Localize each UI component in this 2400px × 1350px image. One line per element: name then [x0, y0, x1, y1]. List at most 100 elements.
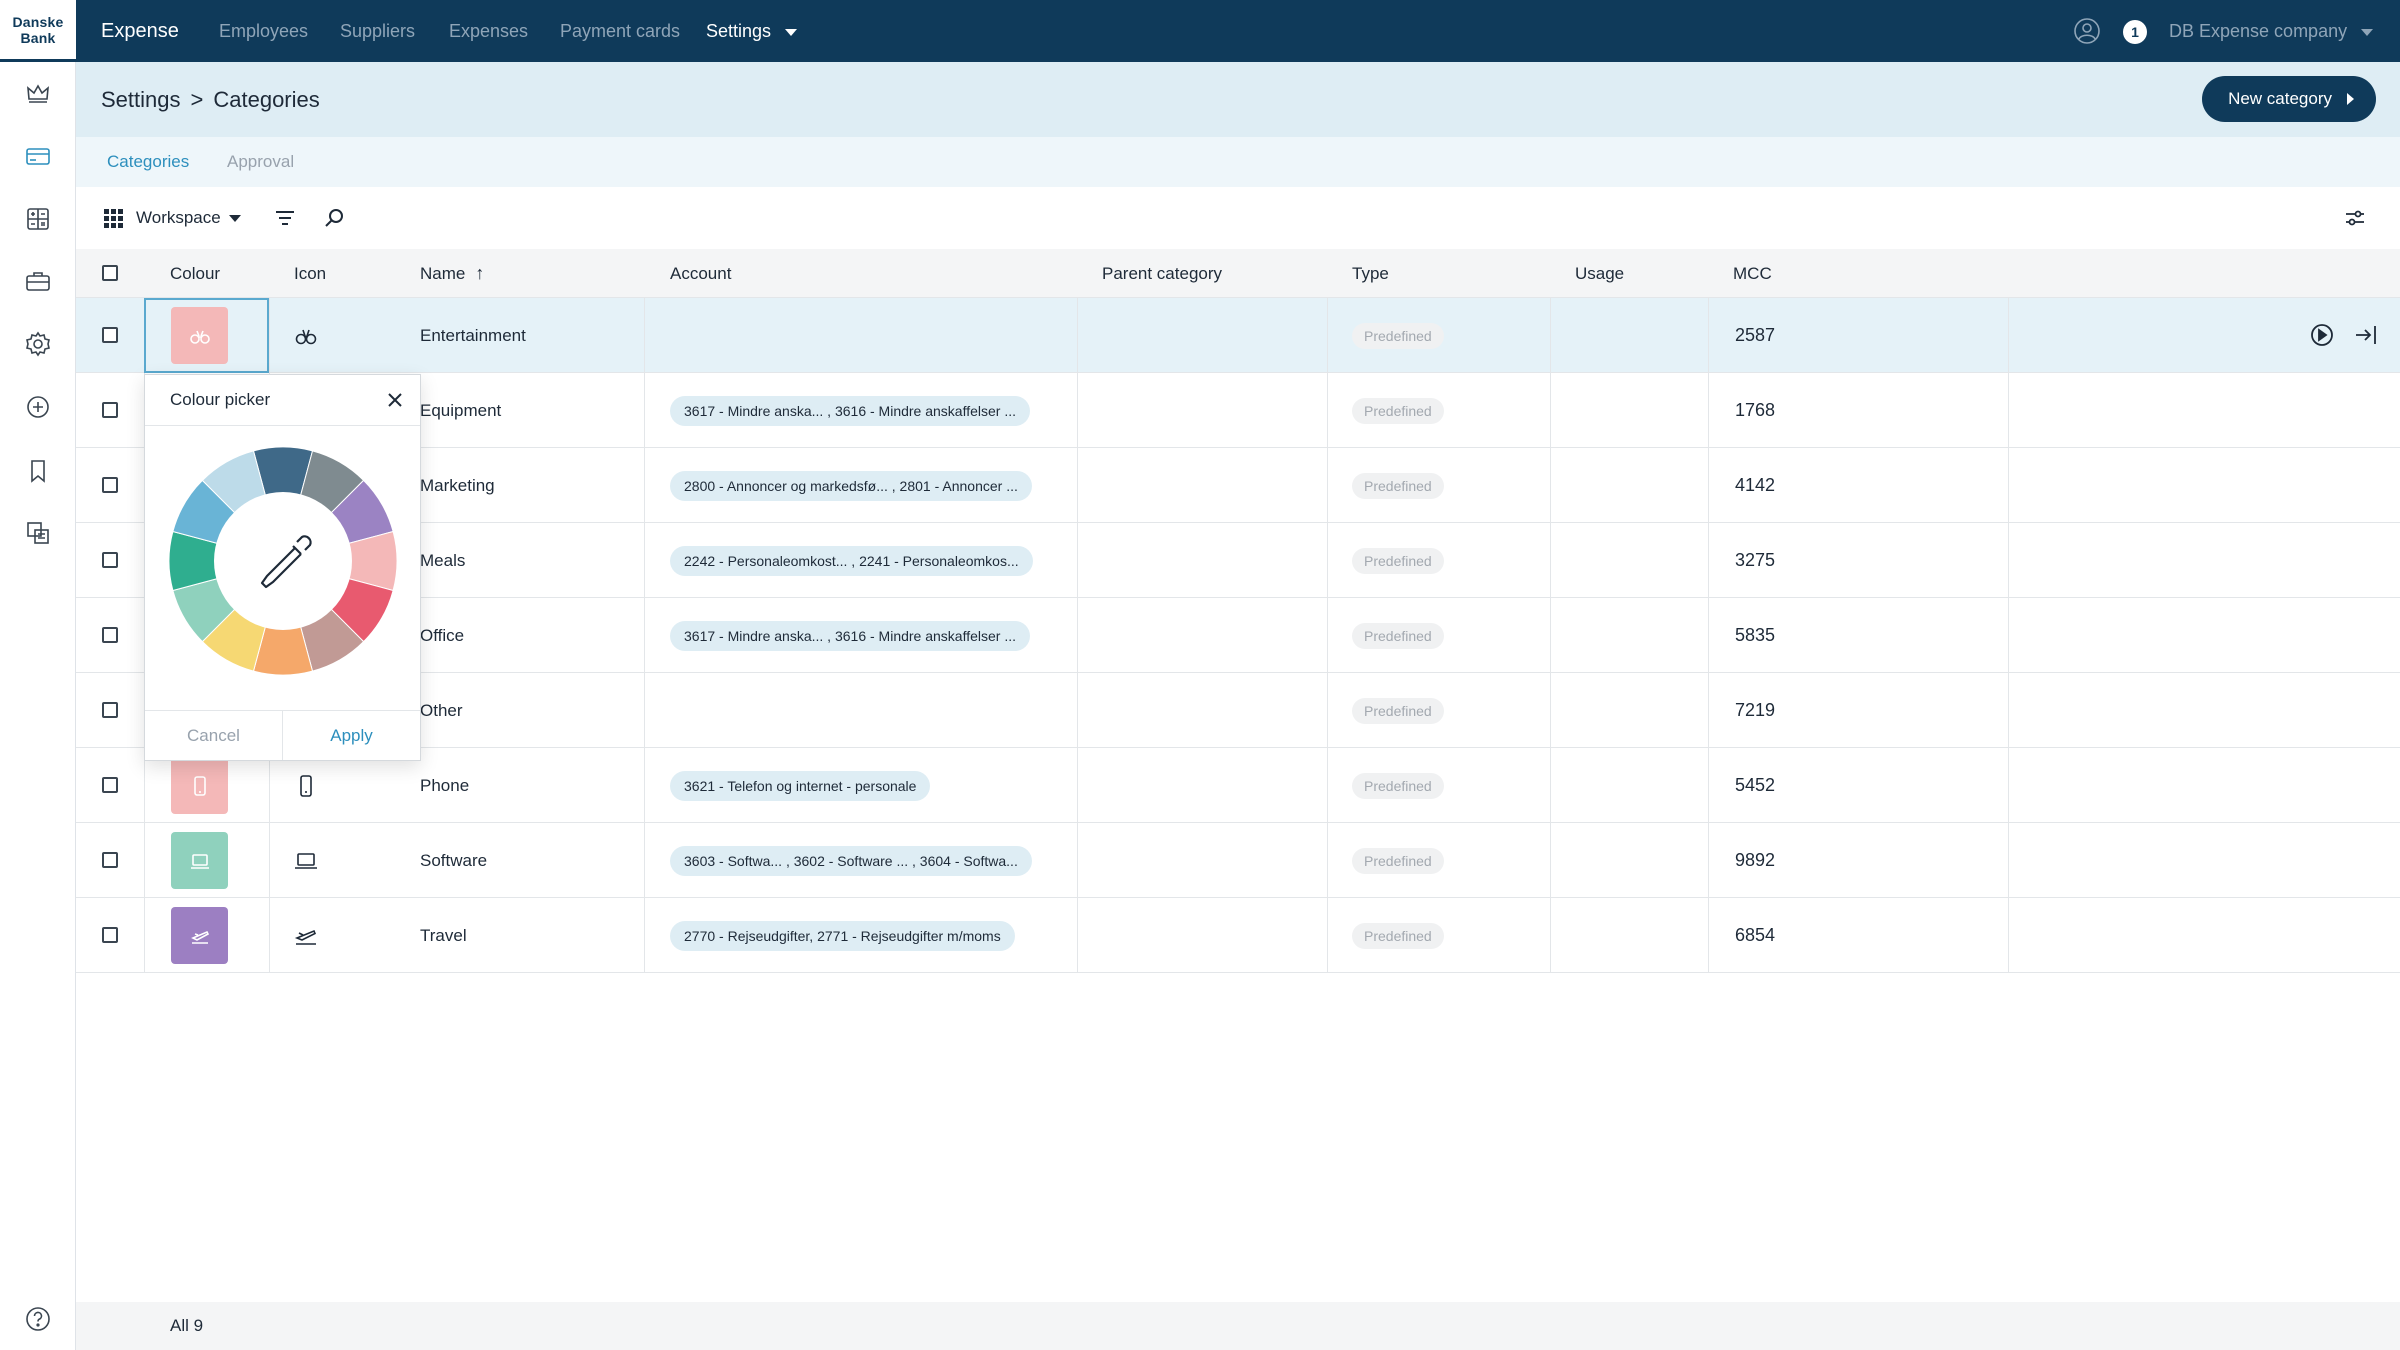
cancel-button[interactable]: Cancel	[145, 711, 283, 760]
cell-divider	[1550, 898, 1551, 973]
binoculars-icon[interactable]	[292, 322, 320, 350]
gear-icon[interactable]	[22, 328, 54, 360]
category-name: Meals	[420, 551, 466, 570]
table-row[interactable]: Travel 2770 - Rejseudgifter, 2771 - Rejs…	[76, 898, 2400, 973]
column-mcc[interactable]: MCC	[1733, 249, 1772, 298]
category-name: Entertainment	[420, 326, 526, 345]
search-icon[interactable]	[323, 187, 345, 249]
colour-swatch[interactable]	[171, 757, 228, 814]
table-row[interactable]: Equipment 3617 - Mindre anska... , 3616 …	[76, 373, 2400, 448]
filter-icon[interactable]	[274, 187, 296, 249]
table-row[interactable]: Office 3617 - Mindre anska... , 3616 - M…	[76, 598, 2400, 673]
column-type[interactable]: Type	[1352, 249, 1389, 298]
row-checkbox[interactable]	[102, 852, 118, 868]
nav-settings-label: Settings	[706, 21, 772, 41]
table-row[interactable]: Entertainment Predefined 2587	[76, 298, 2400, 373]
table-row[interactable]: Marketing 2800 - Annoncer og markedsfø..…	[76, 448, 2400, 523]
table-row[interactable]: Other Predefined 7219	[76, 673, 2400, 748]
crown-icon[interactable]	[22, 77, 54, 109]
play-circle-icon[interactable]	[2308, 321, 2336, 349]
nav-settings[interactable]: Settings	[706, 0, 798, 62]
account-chip[interactable]: 2242 - Personaleomkost... , 2241 - Perso…	[670, 546, 1033, 576]
category-name: Equipment	[420, 401, 502, 420]
select-all-checkbox[interactable]	[102, 265, 118, 281]
cell-divider	[644, 823, 645, 898]
calculator-icon[interactable]	[22, 203, 54, 235]
account-chip[interactable]: 3603 - Softwa... , 3602 - Software ... ,…	[670, 846, 1032, 876]
plane-icon[interactable]	[292, 922, 320, 950]
column-name[interactable]: Name ↑	[420, 249, 484, 298]
type-badge: Predefined	[1352, 923, 1444, 949]
help-icon[interactable]	[22, 1303, 54, 1335]
cell-divider	[644, 523, 645, 598]
breadcrumb-settings[interactable]: Settings	[101, 87, 181, 112]
row-checkbox[interactable]	[102, 927, 118, 943]
row-checkbox[interactable]	[102, 702, 118, 718]
new-category-button[interactable]: New category	[2202, 76, 2376, 122]
cell-divider	[2008, 823, 2009, 898]
table-row[interactable]: Phone 3621 - Telefon og internet - perso…	[76, 748, 2400, 823]
company-name: DB Expense company	[2169, 21, 2348, 41]
column-parent-category[interactable]: Parent category	[1102, 249, 1222, 298]
nav-payment-cards[interactable]: Payment cards	[560, 0, 680, 62]
row-checkbox[interactable]	[102, 777, 118, 793]
user-icon[interactable]	[2073, 17, 2101, 45]
column-account[interactable]: Account	[670, 249, 731, 298]
nav-employees[interactable]: Employees	[219, 0, 308, 62]
reports-icon[interactable]	[22, 517, 54, 549]
cell-divider	[2008, 523, 2009, 598]
colour-wheel[interactable]	[169, 447, 397, 675]
account-chip[interactable]: 2770 - Rejseudgifter, 2771 - Rejseudgift…	[670, 921, 1015, 951]
briefcase-icon[interactable]	[22, 265, 54, 297]
bookmark-icon[interactable]	[22, 455, 54, 487]
cell-divider	[1077, 448, 1078, 523]
phone-icon[interactable]	[292, 772, 320, 800]
column-settings-icon[interactable]	[2344, 187, 2366, 249]
company-selector[interactable]: DB Expense company	[2169, 0, 2374, 62]
bank-logo[interactable]: Danske Bank	[0, 0, 76, 62]
nav-suppliers[interactable]: Suppliers	[340, 0, 415, 62]
chevron-down-icon	[2361, 28, 2374, 36]
cell-divider	[1550, 823, 1551, 898]
row-checkbox[interactable]	[102, 477, 118, 493]
account-chip[interactable]: 3621 - Telefon og internet - personale	[670, 771, 931, 801]
tab-categories[interactable]: Categories	[107, 137, 189, 187]
cell-divider	[2008, 748, 2009, 823]
mcc-value: 5452	[1735, 775, 1776, 795]
category-name: Other	[420, 701, 463, 720]
row-checkbox[interactable]	[102, 627, 118, 643]
column-colour[interactable]: Colour	[170, 249, 220, 298]
add-circle-icon[interactable]	[22, 391, 54, 423]
open-details-icon[interactable]	[2352, 321, 2380, 349]
row-checkbox[interactable]	[102, 402, 118, 418]
nav-expenses[interactable]: Expenses	[449, 0, 528, 62]
card-icon[interactable]	[22, 140, 54, 172]
tab-approval[interactable]: Approval	[227, 137, 294, 187]
row-checkbox[interactable]	[102, 327, 118, 343]
row-checkbox[interactable]	[102, 552, 118, 568]
notification-badge[interactable]: 1	[2123, 20, 2147, 44]
table-row[interactable]: Meals 2242 - Personaleomkost... , 2241 -…	[76, 523, 2400, 598]
colour-swatch[interactable]	[171, 907, 228, 964]
cell-divider	[1708, 748, 1709, 823]
cell-divider	[1708, 823, 1709, 898]
account-chip[interactable]: 3617 - Mindre anska... , 3616 - Mindre a…	[670, 621, 1031, 651]
apply-button[interactable]: Apply	[283, 711, 420, 760]
app-title[interactable]: Expense	[101, 0, 179, 62]
account-chip[interactable]: 3617 - Mindre anska... , 3616 - Mindre a…	[670, 396, 1031, 426]
cell-divider	[1708, 673, 1709, 748]
column-usage[interactable]: Usage	[1575, 249, 1624, 298]
cell-divider	[1327, 373, 1328, 448]
table-row[interactable]: Software 3603 - Softwa... , 3602 - Softw…	[76, 823, 2400, 898]
type-badge: Predefined	[1352, 548, 1444, 574]
workspace-dropdown[interactable]: Workspace	[102, 187, 241, 249]
account-chip[interactable]: 2800 - Annoncer og markedsfø... , 2801 -…	[670, 471, 1032, 501]
laptop-icon[interactable]	[292, 847, 320, 875]
type-badge: Predefined	[1352, 398, 1444, 424]
colour-swatch[interactable]	[171, 832, 228, 889]
close-icon[interactable]	[384, 389, 406, 411]
cell-divider	[1708, 523, 1709, 598]
mcc-value: 9892	[1735, 850, 1776, 870]
column-icon[interactable]: Icon	[294, 249, 326, 298]
cell-divider	[1077, 823, 1078, 898]
